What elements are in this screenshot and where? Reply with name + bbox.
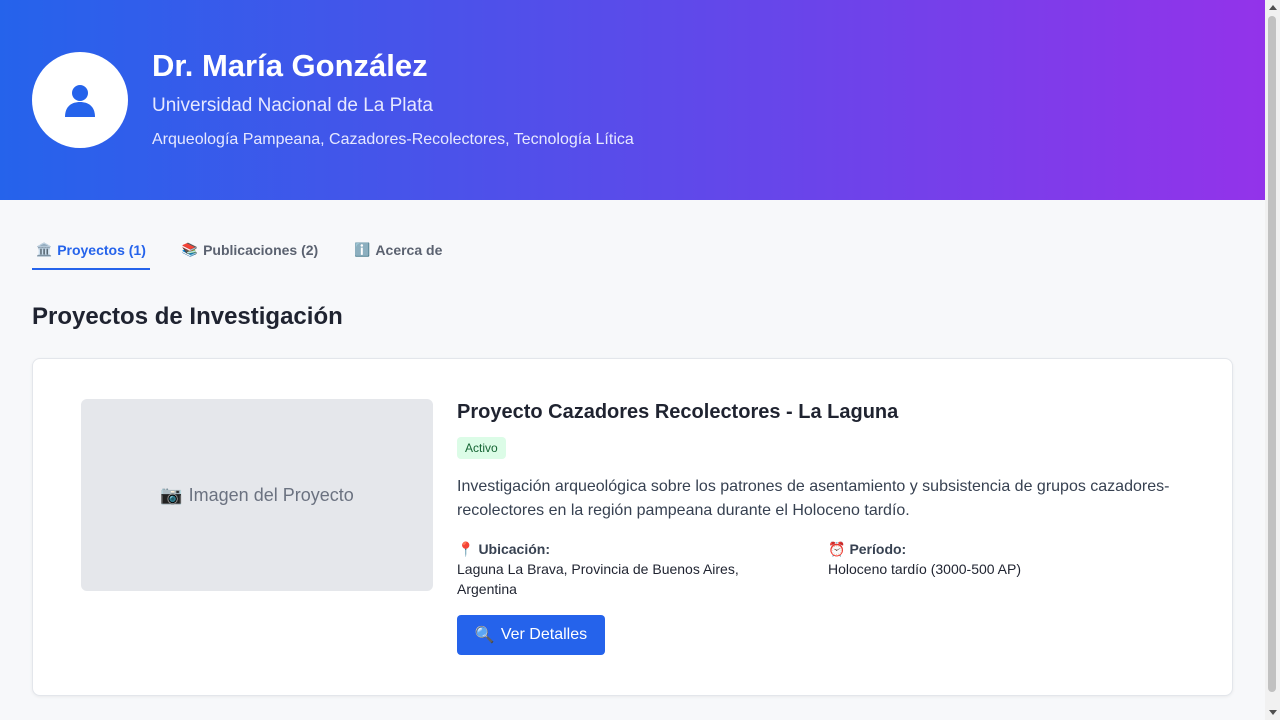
tab-proyectos[interactable]: 🏛️ Proyectos (1) bbox=[32, 232, 150, 270]
info-icon: ℹ️ bbox=[354, 242, 371, 257]
museum-icon: 🏛️ bbox=[36, 242, 53, 257]
period-label: Período: bbox=[849, 541, 907, 557]
tab-label: Acerca de bbox=[375, 242, 443, 258]
tab-publicaciones[interactable]: 📚 Publicaciones (2) bbox=[178, 232, 322, 268]
camera-icon: 📷 bbox=[160, 484, 183, 505]
profile-tabs: 🏛️ Proyectos (1) 📚 Publicaciones (2) ℹ️ … bbox=[32, 232, 474, 270]
status-badge: Activo bbox=[457, 437, 506, 459]
search-icon: 🔍 bbox=[474, 627, 495, 644]
location-label: Ubicación: bbox=[478, 541, 551, 557]
project-location: 📍 Ubicación: Laguna La Brava, Provincia … bbox=[457, 539, 787, 599]
tab-label: Publicaciones (2) bbox=[203, 242, 319, 258]
scroll-up-arrow-icon[interactable] bbox=[1269, 5, 1277, 10]
user-icon bbox=[65, 85, 95, 117]
scroll-down-arrow-icon[interactable] bbox=[1269, 710, 1277, 715]
avatar bbox=[32, 52, 128, 148]
period-value: Holoceno tardío (3000-500 AP) bbox=[828, 561, 1022, 577]
ver-detalles-button[interactable]: 🔍 Ver Detalles bbox=[457, 615, 605, 655]
project-card: 📷 Imagen del Proyecto Proyecto Cazadores… bbox=[32, 358, 1233, 696]
vertical-scrollbar[interactable] bbox=[1265, 0, 1280, 720]
tab-acerca-de[interactable]: ℹ️ Acerca de bbox=[350, 232, 446, 268]
researcher-university: Universidad Nacional de La Plata bbox=[152, 95, 433, 116]
button-label: Ver Detalles bbox=[500, 626, 588, 643]
alarm-clock-icon: ⏰ bbox=[828, 541, 846, 557]
location-value: Laguna La Brava, Provincia de Buenos Air… bbox=[457, 561, 739, 597]
scroll-thumb[interactable] bbox=[1268, 16, 1276, 692]
section-title: Proyectos de Investigación bbox=[32, 303, 343, 330]
profile-header: Dr. María González Universidad Nacional … bbox=[0, 0, 1265, 200]
researcher-name: Dr. María González bbox=[152, 48, 428, 83]
pin-icon: 📍 bbox=[457, 541, 475, 557]
project-period: ⏰ Período: Holoceno tardío (3000-500 AP) bbox=[828, 539, 1158, 579]
research-areas: Arqueología Pampeana, Cazadores-Recolect… bbox=[152, 131, 634, 148]
project-image-placeholder: 📷 Imagen del Proyecto bbox=[81, 399, 433, 591]
books-icon: 📚 bbox=[181, 242, 199, 257]
image-label: Imagen del Proyecto bbox=[188, 484, 354, 505]
project-description: Investigación arqueológica sobre los pat… bbox=[457, 478, 1170, 519]
project-title[interactable]: Proyecto Cazadores Recolectores - La Lag… bbox=[457, 401, 898, 424]
tab-label: Proyectos (1) bbox=[57, 242, 146, 258]
